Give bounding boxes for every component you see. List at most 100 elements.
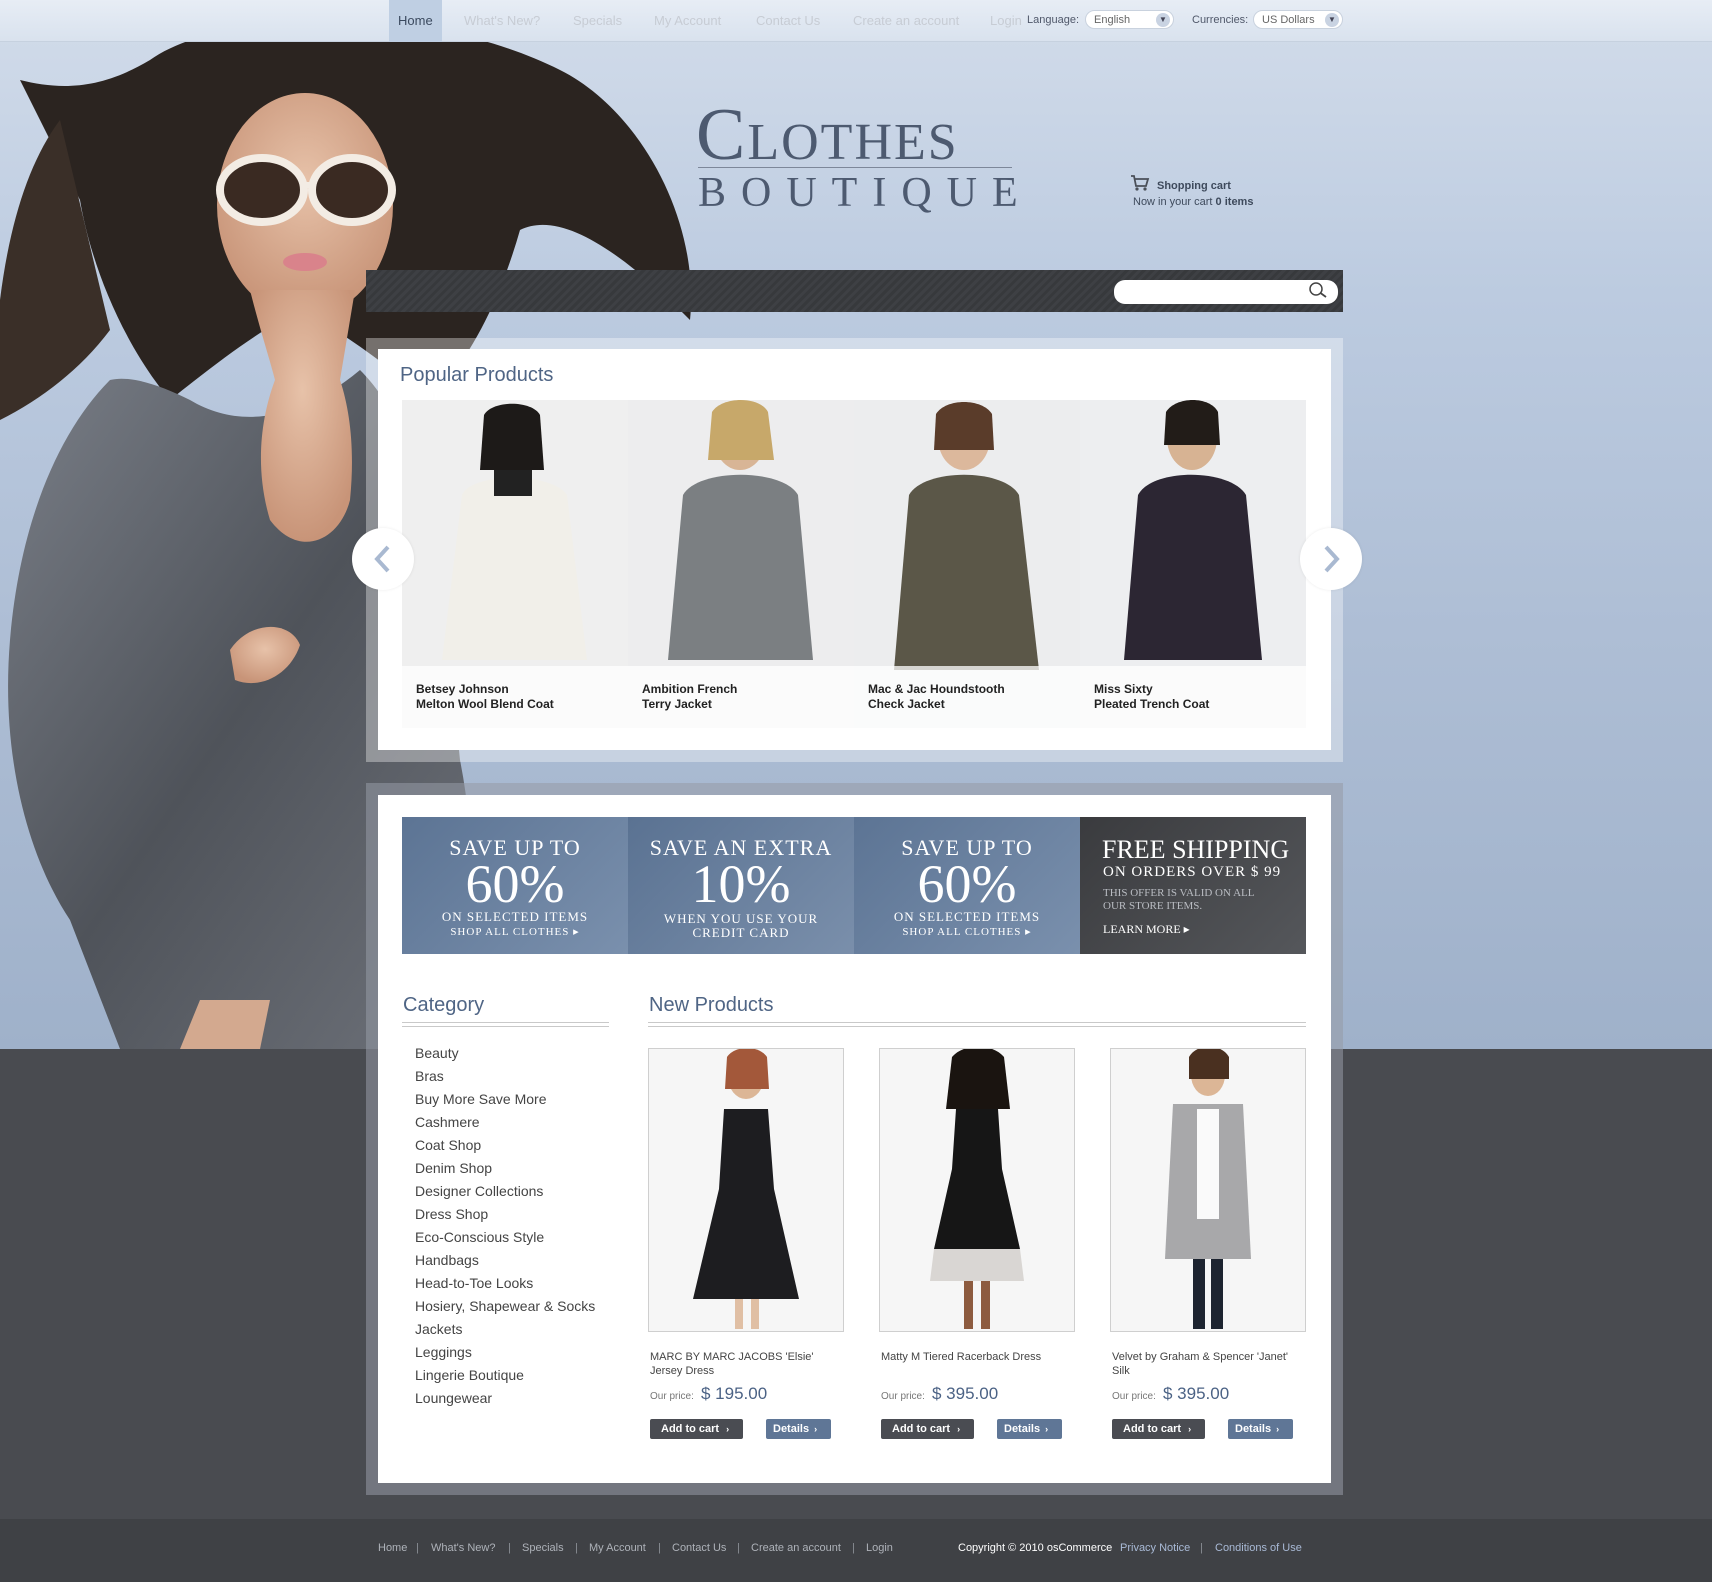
- category-item[interactable]: Designer Collections: [415, 1183, 543, 1199]
- category-item[interactable]: Head-to-Toe Looks: [415, 1275, 533, 1291]
- nav-specials[interactable]: Specials: [564, 0, 631, 42]
- category-item[interactable]: Hosiery, Shapewear & Socks: [415, 1298, 595, 1314]
- category-item[interactable]: Bras: [415, 1068, 444, 1084]
- popular-product-card[interactable]: Ambition French Terry Jacket: [628, 400, 854, 728]
- banner-line2: ON ORDERS OVER $ 99: [1103, 864, 1282, 880]
- product-price: $ 195.00: [701, 1384, 768, 1403]
- popular-product-card[interactable]: Mac & Jac Houndstooth Check Jacket: [854, 400, 1080, 728]
- banner-link[interactable]: LEARN MORE ▸: [1103, 922, 1190, 937]
- product-image[interactable]: [648, 1048, 844, 1332]
- promo-banner[interactable]: SAVE AN EXTRA 10% WHEN YOU USE YOUR CRED…: [628, 817, 854, 954]
- footer-link-contact-us[interactable]: Contact Us: [672, 1542, 726, 1554]
- add-to-cart-button[interactable]: Add to cart ›: [1112, 1419, 1205, 1439]
- currency-value: US Dollars: [1262, 14, 1315, 26]
- category-title: Category: [403, 994, 485, 1016]
- add-to-cart-button[interactable]: Add to cart ›: [650, 1419, 743, 1439]
- language-select[interactable]: English ▼: [1085, 10, 1174, 29]
- category-item[interactable]: Denim Shop: [415, 1160, 492, 1176]
- cart-icon: [1131, 175, 1150, 191]
- new-products-title: New Products: [649, 994, 774, 1016]
- category-item[interactable]: Dress Shop: [415, 1206, 488, 1222]
- add-to-cart-label: Add to cart: [892, 1423, 951, 1435]
- nav-create-account[interactable]: Create an account: [844, 0, 968, 42]
- popular-product-name-line1: Miss Sixty: [1094, 682, 1153, 696]
- category-item[interactable]: Leggings: [415, 1344, 472, 1360]
- product-title[interactable]: Matty M Tiered Racerback Dress: [881, 1350, 1071, 1364]
- new-products-divider: [648, 1022, 1306, 1027]
- details-button[interactable]: Details ›: [1228, 1419, 1293, 1439]
- add-to-cart-label: Add to cart: [1123, 1423, 1182, 1435]
- footer-separator: |: [852, 1542, 855, 1554]
- logo-subtitle[interactable]: BOUTIQUE: [698, 170, 1018, 216]
- category-item[interactable]: Lingerie Boutique: [415, 1367, 524, 1383]
- category-item[interactable]: Coat Shop: [415, 1137, 481, 1153]
- banner-line2: 10%: [691, 854, 791, 914]
- footer-link-create-account[interactable]: Create an account: [751, 1542, 841, 1554]
- chevron-right-icon: ›: [814, 1424, 818, 1434]
- category-divider: [402, 1022, 609, 1027]
- price-label: Our price:: [650, 1391, 694, 1402]
- chevron-right-icon: ›: [957, 1424, 961, 1434]
- banner-link[interactable]: SHOP ALL CLOTHES ▸: [854, 925, 1080, 938]
- popular-product-caption: Mac & Jac Houndstooth Check Jacket: [854, 666, 1080, 728]
- nav-whats-new[interactable]: What's New?: [455, 0, 549, 42]
- details-label: Details: [1004, 1423, 1041, 1435]
- details-label: Details: [1235, 1423, 1272, 1435]
- banner-line4: OUR STORE ITEMS.: [1103, 900, 1203, 912]
- banner-line3: THIS OFFER IS VALID ON ALL: [1103, 887, 1255, 899]
- product-price: $ 395.00: [932, 1384, 999, 1403]
- carousel-prev-button[interactable]: [352, 528, 414, 590]
- footer-link-specials[interactable]: Specials: [522, 1542, 564, 1554]
- category-item[interactable]: Cashmere: [415, 1114, 480, 1130]
- search-input[interactable]: [1114, 280, 1338, 304]
- category-item[interactable]: Jackets: [415, 1321, 462, 1337]
- nav-my-account[interactable]: My Account: [645, 0, 730, 42]
- nav-home[interactable]: Home: [389, 0, 442, 42]
- product-title[interactable]: MARC BY MARC JACOBS 'Elsie' Jersey Dress: [650, 1350, 840, 1378]
- popular-product-card[interactable]: Betsey Johnson Melton Wool Blend Coat: [402, 400, 628, 728]
- add-to-cart-button[interactable]: Add to cart ›: [881, 1419, 974, 1439]
- search-icon[interactable]: [1306, 281, 1330, 301]
- category-item[interactable]: Loungewear: [415, 1390, 492, 1406]
- banner-link[interactable]: SHOP ALL CLOTHES ▸: [402, 925, 628, 938]
- footer-link-login[interactable]: Login: [866, 1542, 893, 1554]
- banner-line4: CREDIT CARD: [692, 925, 790, 940]
- popular-product-caption: Miss Sixty Pleated Trench Coat: [1080, 666, 1306, 728]
- category-item[interactable]: Buy More Save More: [415, 1091, 547, 1107]
- category-item[interactable]: Beauty: [415, 1045, 459, 1061]
- chevron-right-icon: [1324, 545, 1340, 573]
- footer-link-my-account[interactable]: My Account: [589, 1542, 646, 1554]
- category-item[interactable]: Handbags: [415, 1252, 479, 1268]
- footer-separator: |: [416, 1542, 419, 1554]
- details-button[interactable]: Details ›: [997, 1419, 1062, 1439]
- banner-line1: FREE SHIPPING: [1102, 835, 1290, 864]
- chevron-down-icon: ▼: [1156, 13, 1170, 27]
- promo-banner[interactable]: SAVE UP TO 60% ON SELECTED ITEMS SHOP AL…: [402, 817, 628, 954]
- conditions-of-use-link[interactable]: Conditions of Use: [1215, 1542, 1302, 1554]
- privacy-notice-link[interactable]: Privacy Notice: [1120, 1542, 1190, 1554]
- logo-title[interactable]: Clothes: [696, 96, 1016, 174]
- chevron-left-icon: [374, 545, 390, 573]
- popular-product-card[interactable]: Miss Sixty Pleated Trench Coat: [1080, 400, 1306, 728]
- product-image[interactable]: [879, 1048, 1075, 1332]
- details-label: Details: [773, 1423, 810, 1435]
- shopping-cart-link[interactable]: Shopping cart: [1157, 180, 1231, 192]
- popular-product-name-line2: Terry Jacket: [642, 697, 712, 711]
- chevron-right-icon: ›: [1045, 1424, 1049, 1434]
- promo-banner[interactable]: SAVE UP TO 60% ON SELECTED ITEMS SHOP AL…: [854, 817, 1080, 954]
- banner-line2: 60%: [465, 854, 565, 914]
- popular-product-name-line2: Check Jacket: [868, 697, 945, 711]
- category-item[interactable]: Eco-Conscious Style: [415, 1229, 544, 1245]
- product-image[interactable]: [1110, 1048, 1306, 1332]
- footer-link-whats-new[interactable]: What's New?: [431, 1542, 495, 1554]
- details-button[interactable]: Details ›: [766, 1419, 831, 1439]
- currency-select[interactable]: US Dollars ▼: [1253, 10, 1343, 29]
- promo-banner-free-shipping[interactable]: FREE SHIPPING ON ORDERS OVER $ 99 THIS O…: [1080, 817, 1306, 954]
- product-title[interactable]: Velvet by Graham & Spencer 'Janet' Silk: [1112, 1350, 1302, 1378]
- footer-link-home[interactable]: Home: [378, 1542, 407, 1554]
- popular-product-name-line2: Melton Wool Blend Coat: [416, 697, 554, 711]
- nav-login[interactable]: Login: [981, 0, 1031, 42]
- banner-line3: ON SELECTED ITEMS: [893, 909, 1041, 924]
- nav-contact-us[interactable]: Contact Us: [747, 0, 829, 42]
- carousel-next-button[interactable]: [1300, 528, 1362, 590]
